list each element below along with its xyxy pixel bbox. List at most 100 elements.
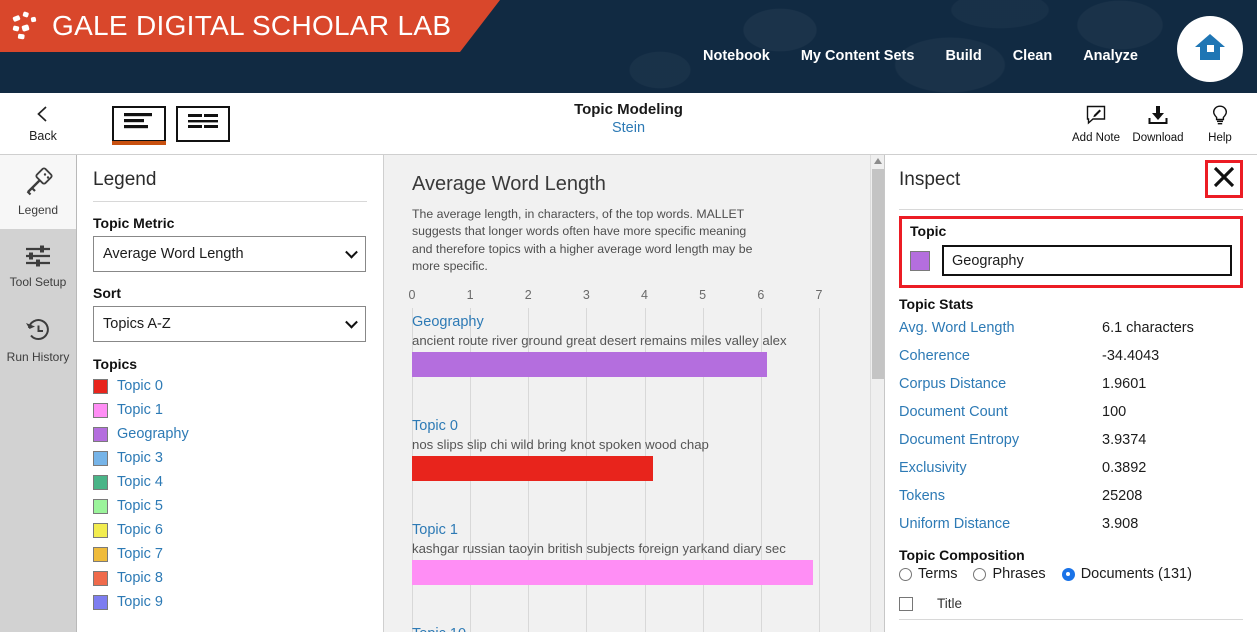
list-item[interactable]: Topic 9 xyxy=(93,590,367,614)
chart-description: The average length, in characters, of th… xyxy=(412,207,753,274)
top-banner: GALE DIGITAL SCHOLAR LAB Notebook My Con… xyxy=(0,0,1257,93)
home-button[interactable] xyxy=(1177,16,1243,82)
list-item[interactable]: Geography xyxy=(93,422,367,446)
chart-scrollbar[interactable] xyxy=(870,155,884,632)
radio-terms[interactable]: Terms xyxy=(899,566,957,582)
topics-list: Topic 0 Topic 1 Geography Topic 3 Topic … xyxy=(93,374,367,614)
radio-label: Documents (131) xyxy=(1080,566,1192,582)
table-row: Document Entropy 3.9374 xyxy=(899,426,1243,454)
stat-key[interactable]: Document Count xyxy=(899,404,1102,420)
help-button[interactable]: Help xyxy=(1189,93,1251,154)
stat-key[interactable]: Document Entropy xyxy=(899,432,1102,448)
rail-item-tool-setup[interactable]: Tool Setup xyxy=(0,229,76,303)
stat-key[interactable]: Tokens xyxy=(899,488,1102,504)
add-note-button[interactable]: Add Note xyxy=(1065,93,1127,154)
chevron-down-icon xyxy=(345,245,358,259)
list-item[interactable]: Topic 6 xyxy=(93,518,367,542)
nav-analyze[interactable]: Analyze xyxy=(1083,48,1138,64)
back-button[interactable]: Back xyxy=(0,93,86,154)
bar-top-words: ancient route river ground great desert … xyxy=(412,332,787,348)
home-icon xyxy=(1193,31,1227,68)
scrollbar-thumb[interactable] xyxy=(872,169,884,379)
list-item[interactable]: Topic 3 xyxy=(93,446,367,470)
close-button[interactable] xyxy=(1205,160,1243,198)
nav-build[interactable]: Build xyxy=(945,48,981,64)
topic-color-swatch xyxy=(93,522,108,538)
list-item[interactable]: Topic 8 xyxy=(93,566,367,590)
list-item[interactable]: Topic 4 xyxy=(93,470,367,494)
select-all-checkbox[interactable] xyxy=(899,596,913,611)
bar[interactable] xyxy=(412,559,814,585)
legend-title: Legend xyxy=(93,169,367,202)
table-row: Uniform Distance 3.908 xyxy=(899,510,1243,538)
topic-color-swatch xyxy=(93,498,108,514)
x-axis-tick: 4 xyxy=(641,287,649,302)
toolbar-actions: Add Note Download Help xyxy=(1065,93,1251,154)
main-body: Legend Tool Setup Run History Legend Top… xyxy=(0,155,1257,632)
list-item-label: Topic 8 xyxy=(117,570,163,586)
stat-key[interactable]: Corpus Distance xyxy=(899,376,1102,392)
sort-value: Topics A-Z xyxy=(103,316,171,332)
list-item-label: Topic 7 xyxy=(117,546,163,562)
nav-clean[interactable]: Clean xyxy=(1013,48,1053,64)
list-item-label: Topic 4 xyxy=(117,474,163,490)
list-item-label: Geography xyxy=(117,426,189,442)
list-item[interactable]: Topic 5 xyxy=(93,494,367,518)
chevron-left-icon xyxy=(33,104,53,127)
inspect-header: Inspect xyxy=(899,160,1243,210)
table-row: Document Count 100 xyxy=(899,398,1243,426)
x-axis-tick: 7 xyxy=(815,287,823,302)
list-item[interactable]: Topic 0 xyxy=(93,374,367,398)
stat-key[interactable]: Uniform Distance xyxy=(899,516,1102,532)
radio-label: Terms xyxy=(918,566,958,582)
topic-metric-select[interactable]: Average Word Length xyxy=(93,236,366,272)
chart-plot: Geography ancient route river ground gre… xyxy=(412,307,848,632)
list-item[interactable]: Topic 1 xyxy=(93,398,367,422)
table-row: Tokens 25208 xyxy=(899,482,1243,510)
rail-label-run-history: Run History xyxy=(6,350,70,364)
bar[interactable] xyxy=(412,351,767,377)
list-item-label: Topic 1 xyxy=(117,402,163,418)
nav-notebook[interactable]: Notebook xyxy=(703,48,770,64)
composition-radio-group: Terms Phrases Documents (131) xyxy=(899,566,1243,582)
topic-name-input[interactable] xyxy=(942,245,1232,276)
stat-key[interactable]: Exclusivity xyxy=(899,460,1102,476)
help-label: Help xyxy=(1208,131,1232,144)
topic-color-swatch xyxy=(93,474,108,490)
list-view-icon xyxy=(122,110,156,137)
primary-nav: Notebook My Content Sets Build Clean Ana… xyxy=(703,16,1257,82)
chevron-down-icon xyxy=(345,315,358,329)
list-view-button[interactable] xyxy=(112,105,166,145)
rail-item-legend[interactable]: Legend xyxy=(0,155,76,229)
chart-bar-row[interactable]: Topic 1 kashgar russian taoyin british s… xyxy=(412,516,848,620)
radio-documents[interactable]: Documents (131) xyxy=(1061,566,1192,582)
table-view-button[interactable] xyxy=(176,105,230,142)
topic-metric-label: Topic Metric xyxy=(93,215,175,231)
scroll-up-arrow-icon[interactable] xyxy=(874,158,882,164)
x-axis-tick: 5 xyxy=(699,287,707,302)
tool-rail: Legend Tool Setup Run History xyxy=(0,155,77,632)
radio-dot xyxy=(973,567,987,581)
chart-bar-row[interactable]: Topic 10 xyxy=(412,620,848,632)
topic-field-group: Topic xyxy=(899,216,1243,288)
stat-key[interactable]: Avg. Word Length xyxy=(899,320,1102,336)
list-item[interactable]: Topic 7 xyxy=(93,542,367,566)
radio-phrases[interactable]: Phrases xyxy=(973,566,1046,582)
stat-value: -34.4043 xyxy=(1102,348,1160,364)
nav-my-content-sets[interactable]: My Content Sets xyxy=(801,48,915,64)
bar-label: Topic 0 xyxy=(412,417,458,434)
table-row: Coherence -34.4043 xyxy=(899,342,1243,370)
gale-burst-logo-icon xyxy=(10,9,44,43)
stat-key[interactable]: Coherence xyxy=(899,348,1102,364)
sort-select[interactable]: Topics A-Z xyxy=(93,306,366,342)
bar[interactable] xyxy=(412,455,654,481)
download-button[interactable]: Download xyxy=(1127,93,1189,154)
rail-item-run-history[interactable]: Run History xyxy=(0,303,76,377)
chart-bar-row[interactable]: Topic 0 nos slips slip chi wild bring kn… xyxy=(412,412,848,516)
bar-top-words: nos slips slip chi wild bring knot spoke… xyxy=(412,436,709,452)
chart-bar-row[interactable]: Geography ancient route river ground gre… xyxy=(412,308,848,412)
bar-top-words: kashgar russian taoyin british subjects … xyxy=(412,540,786,556)
sort-label: Sort xyxy=(93,285,121,301)
table-row: Exclusivity 0.3892 xyxy=(899,454,1243,482)
topic-metric-value: Average Word Length xyxy=(103,246,244,262)
